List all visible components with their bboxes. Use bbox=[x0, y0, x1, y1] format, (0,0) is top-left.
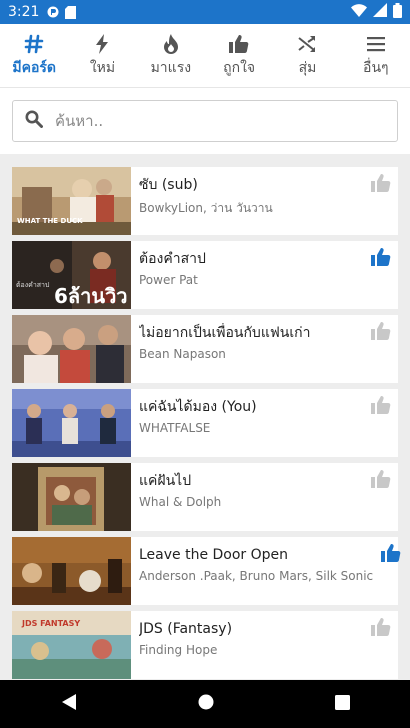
home-icon[interactable] bbox=[198, 694, 214, 714]
status-bar: 3:21 bbox=[0, 0, 410, 24]
thumbs-up-icon bbox=[371, 322, 391, 340]
battery-icon bbox=[393, 2, 402, 22]
shuffle-icon bbox=[298, 33, 316, 55]
thumb-caption: JDS FANTASY bbox=[21, 619, 80, 628]
like-button[interactable] bbox=[364, 167, 398, 235]
tab-chords[interactable]: มีคอร์ด bbox=[0, 24, 68, 87]
thumbs-up-icon bbox=[229, 33, 249, 55]
song-row[interactable]: WHAT THE DUCK ซับ (sub) BowkyLion, ว่าน … bbox=[12, 167, 398, 235]
song-artist: Anderson .Paak, Bruno Mars, Silk Sonic bbox=[139, 569, 374, 583]
search-icon bbox=[25, 110, 43, 132]
menu-icon bbox=[366, 33, 385, 55]
like-button[interactable] bbox=[364, 241, 398, 309]
song-title: ไม่อยากเป็นเพื่อนกับแฟนเก่า bbox=[139, 325, 311, 341]
like-button[interactable] bbox=[364, 611, 398, 679]
song-thumbnail bbox=[12, 537, 131, 605]
song-title: ซับ (sub) bbox=[139, 177, 198, 193]
tab-label: มาแรง bbox=[150, 59, 192, 76]
thumb-caption: ต้องคำสาป bbox=[16, 281, 50, 289]
song-artist: BowkyLion, ว่าน วันวาน bbox=[139, 201, 273, 215]
song-title: JDS (Fantasy) bbox=[139, 621, 233, 637]
song-row[interactable]: แค่ฉันได้มอง (You) WHATFALSE bbox=[12, 389, 398, 457]
song-info: Leave the Door Open Anderson .Paak, Brun… bbox=[131, 537, 381, 605]
tab-label: มีคอร์ด bbox=[12, 59, 56, 76]
song-thumbnail: JDS FANTASY bbox=[12, 611, 131, 679]
song-artist: WHATFALSE bbox=[139, 421, 211, 435]
tab-label: อื่นๆ bbox=[363, 59, 389, 76]
song-title: ต้องคำสาป bbox=[139, 251, 206, 267]
song-thumbnail: ต้องคำสาป 6ล้านวิว bbox=[12, 241, 131, 309]
search-input[interactable] bbox=[55, 112, 385, 130]
tab-liked[interactable]: ถูกใจ bbox=[205, 24, 273, 87]
song-artist: Finding Hope bbox=[139, 643, 218, 657]
song-title: Leave the Door Open bbox=[139, 547, 289, 563]
like-button[interactable] bbox=[381, 537, 401, 605]
thumbs-up-icon bbox=[371, 396, 391, 414]
wifi-icon bbox=[351, 3, 367, 21]
song-info: ไม่อยากเป็นเพื่อนกับแฟนเก่า Bean Napason bbox=[131, 315, 364, 383]
song-artist: Power Pat bbox=[139, 273, 198, 287]
song-title: แค่ฉันได้มอง (You) bbox=[139, 399, 257, 415]
tab-label: ใหม่ bbox=[89, 59, 116, 76]
recents-icon[interactable] bbox=[334, 694, 350, 714]
like-button[interactable] bbox=[364, 463, 398, 531]
thumbs-up-icon bbox=[381, 544, 401, 562]
like-button[interactable] bbox=[364, 315, 398, 383]
like-button[interactable] bbox=[364, 389, 398, 457]
song-title: แค่ฝันไป bbox=[139, 473, 192, 489]
fire-icon bbox=[163, 33, 179, 55]
tab-new[interactable]: ใหม่ bbox=[68, 24, 136, 87]
song-info: แค่ฉันได้มอง (You) WHATFALSE bbox=[131, 389, 364, 457]
thumbs-up-icon bbox=[371, 618, 391, 636]
search-box bbox=[12, 100, 398, 142]
notification-app-icon bbox=[47, 6, 59, 18]
thumb-caption: WHAT THE DUCK bbox=[17, 217, 83, 225]
song-info: ซับ (sub) BowkyLion, ว่าน วันวาน bbox=[131, 167, 364, 235]
song-row[interactable]: ต้องคำสาป 6ล้านวิว ต้องคำสาป Power Pat bbox=[12, 241, 398, 309]
status-time: 3:21 bbox=[8, 4, 40, 20]
song-info: แค่ฝันไป Whal & Dolph bbox=[131, 463, 364, 531]
song-thumbnail bbox=[12, 463, 131, 531]
category-tabs: มีคอร์ด ใหม่ มาแรง ถูกใจ สุ่ม อื่นๆ bbox=[0, 24, 410, 88]
tab-label: ถูกใจ bbox=[223, 59, 256, 76]
song-row[interactable]: JDS FANTASY JDS (Fantasy) Finding Hope bbox=[12, 611, 398, 679]
hash-icon bbox=[24, 33, 44, 55]
song-thumbnail: WHAT THE DUCK bbox=[12, 167, 131, 235]
song-thumbnail bbox=[12, 389, 131, 457]
search-bar bbox=[0, 88, 410, 154]
tab-label: สุ่ม bbox=[298, 59, 317, 76]
song-list: WHAT THE DUCK ซับ (sub) BowkyLion, ว่าน … bbox=[12, 167, 401, 685]
song-row[interactable]: Leave the Door Open Anderson .Paak, Brun… bbox=[12, 537, 401, 605]
song-row[interactable]: ไม่อยากเป็นเพื่อนกับแฟนเก่า Bean Napason bbox=[12, 315, 398, 383]
tab-more[interactable]: อื่นๆ bbox=[342, 24, 410, 87]
song-artist: Bean Napason bbox=[139, 347, 226, 361]
song-thumbnail bbox=[12, 315, 131, 383]
tab-trending[interactable]: มาแรง bbox=[137, 24, 205, 87]
sd-card-icon bbox=[65, 6, 77, 19]
song-info: ต้องคำสาป Power Pat bbox=[131, 241, 364, 309]
song-row[interactable]: แค่ฝันไป Whal & Dolph bbox=[12, 463, 398, 531]
thumb-caption: 6ล้านวิว bbox=[54, 284, 128, 308]
bolt-icon bbox=[95, 33, 109, 55]
system-nav-bar bbox=[0, 680, 410, 728]
song-artist: Whal & Dolph bbox=[139, 495, 222, 509]
thumbs-up-icon bbox=[371, 248, 391, 266]
back-icon[interactable] bbox=[61, 693, 77, 715]
thumbs-up-icon bbox=[371, 470, 391, 488]
song-info: JDS (Fantasy) Finding Hope bbox=[131, 611, 364, 679]
tab-random[interactable]: สุ่ม bbox=[273, 24, 341, 87]
thumbs-up-icon bbox=[371, 174, 391, 192]
signal-icon bbox=[373, 3, 387, 21]
